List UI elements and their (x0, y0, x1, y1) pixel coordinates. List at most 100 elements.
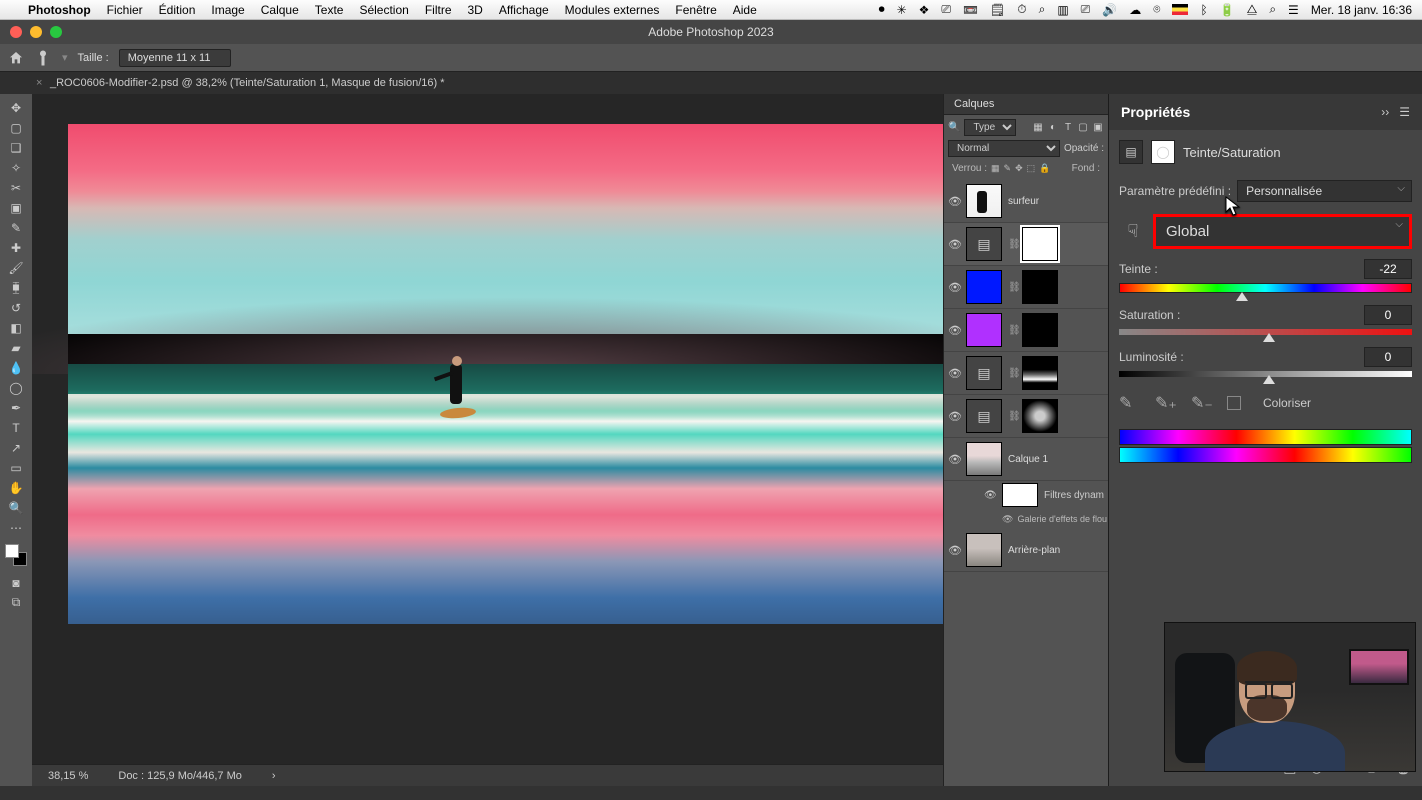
visibility-icon[interactable]: 👁 (984, 490, 996, 501)
status-icon[interactable]: ▥ (1057, 3, 1068, 17)
color-fill-thumb[interactable] (966, 313, 1002, 347)
flag-icon[interactable] (1172, 4, 1188, 15)
frame-tool[interactable]: ▣ (4, 198, 28, 217)
marquee-tool[interactable]: ▢ (4, 118, 28, 137)
layer-curves-2[interactable]: 👁 ▤ ⛓ (944, 395, 1108, 438)
link-icon[interactable]: ⛓ (1008, 325, 1016, 336)
home-icon[interactable] (8, 50, 24, 66)
menu-affichage[interactable]: Affichage (499, 3, 549, 17)
control-center-icon[interactable]: ☰ (1288, 3, 1299, 17)
hue-range-bars[interactable] (1109, 421, 1422, 471)
panel-menu-icon[interactable]: ☰ (1399, 105, 1410, 119)
curves-thumb[interactable]: ▤ (966, 356, 1002, 390)
layer-hue-sat[interactable]: 👁 ▤ ⛓ (944, 223, 1108, 266)
path-tool[interactable]: ↗ (4, 438, 28, 457)
search-icon[interactable]: ⌕ (1269, 2, 1276, 17)
status-icon[interactable]: 🔊 (1102, 3, 1117, 17)
menu-fichier[interactable]: Fichier (107, 3, 143, 17)
layer-thumb[interactable] (966, 442, 1002, 476)
status-icon[interactable]: ❖ (919, 3, 930, 17)
taille-select[interactable]: Moyenne 11 x 11 (119, 49, 232, 67)
clock[interactable]: Mer. 18 janv. 16:36 (1311, 3, 1412, 17)
filter-shape-icon[interactable]: ▢ (1077, 122, 1089, 134)
lock-pixels-icon[interactable]: ▦ (991, 163, 1000, 174)
layer-curves-1[interactable]: 👁 ▤ ⛓ (944, 352, 1108, 395)
menu-filtre[interactable]: Filtre (425, 3, 452, 17)
menu-app[interactable]: Photoshop (28, 3, 91, 17)
filter-smart-icon[interactable]: ▣ (1092, 122, 1104, 134)
luminosite-input[interactable] (1364, 347, 1412, 367)
quickmask-icon[interactable]: ◙ (4, 573, 28, 592)
move-tool[interactable]: ✥ (4, 98, 28, 117)
zoom-tool[interactable]: 🔍 (4, 498, 28, 517)
layer-color-fill-blue[interactable]: 👁 ⛓ (944, 266, 1108, 309)
history-brush-tool[interactable]: ↺ (4, 298, 28, 317)
filter-type-select[interactable]: Type (964, 119, 1016, 136)
fullscreen-window[interactable] (50, 26, 62, 38)
layer-mask[interactable] (1022, 270, 1058, 304)
document-tab[interactable]: × _ROC0606-Modifier-2.psd @ 38,2% (Teint… (30, 74, 459, 92)
zoom-value[interactable]: 38,15 % (48, 770, 88, 782)
mask-icon[interactable]: ◯ (1151, 140, 1175, 164)
layer-calque1[interactable]: 👁 Calque 1 (944, 438, 1108, 481)
status-icon[interactable]: ⌾ (1153, 2, 1160, 17)
status-icon[interactable]: ⏱ (1017, 2, 1026, 17)
lock-all-icon[interactable]: 🔒 (1039, 163, 1050, 174)
eyedropper-icon[interactable]: ✎ (1119, 393, 1139, 413)
filter-mask[interactable] (1002, 483, 1038, 507)
dodge-tool[interactable]: ◯ (4, 378, 28, 397)
close-tab-icon[interactable]: × (36, 77, 42, 89)
status-icon[interactable]: ⏺ (879, 2, 885, 17)
adjustment-icon[interactable]: ▤ (1119, 140, 1143, 164)
menu-image[interactable]: Image (211, 3, 244, 17)
status-arrow-icon[interactable]: › (272, 770, 276, 782)
eyedropper-add-icon[interactable]: ✎₊ (1155, 393, 1175, 413)
layer-mask[interactable] (1022, 399, 1058, 433)
blend-mode-select[interactable]: Normal (948, 140, 1060, 157)
lock-nest-icon[interactable]: ⬚ (1027, 163, 1036, 174)
wifi-icon[interactable]: ⧋ (1247, 2, 1258, 17)
visibility-icon[interactable]: 👁 (948, 544, 960, 557)
link-icon[interactable]: ⛓ (1008, 239, 1016, 250)
status-icon[interactable]: ⌕ (1039, 2, 1046, 17)
wand-tool[interactable]: ✧ (4, 158, 28, 177)
more-tool[interactable]: ⋯ (4, 518, 28, 537)
layer-name[interactable]: Calque 1 (1008, 454, 1048, 465)
layer-background[interactable]: 👁 Arrière-plan (944, 529, 1108, 572)
eraser-tool[interactable]: ◧ (4, 318, 28, 337)
layers-tab[interactable]: Calques (944, 94, 1108, 115)
colorize-checkbox[interactable] (1227, 396, 1241, 410)
filter-type-icon[interactable]: T (1062, 122, 1074, 134)
luminosite-slider[interactable] (1119, 371, 1412, 377)
status-icon[interactable]: ☁︎ (1129, 3, 1141, 17)
layer-list[interactable]: 👁 surfeur 👁 ▤ ⛓ 👁 ⛓ 👁 ⛓ (944, 180, 1108, 786)
lasso-tool[interactable]: ❑ (4, 138, 28, 157)
menu-3d[interactable]: 3D (468, 3, 483, 17)
smart-filter-row[interactable]: 👁 Filtres dynam (944, 481, 1108, 509)
adjustment-thumb[interactable]: ▤ (966, 227, 1002, 261)
link-icon[interactable]: ⛓ (1008, 368, 1016, 379)
pen-tool[interactable]: ✒ (4, 398, 28, 417)
status-icon[interactable]: 🗒 (990, 3, 1005, 17)
color-range-select[interactable]: Global (1153, 214, 1412, 249)
minimize-window[interactable] (30, 26, 42, 38)
layer-thumb[interactable] (966, 533, 1002, 567)
doc-size[interactable]: Doc : 125,9 Mo/446,7 Mo (118, 770, 242, 782)
visibility-icon[interactable]: 👁 (948, 367, 960, 380)
menu-selection[interactable]: Sélection (359, 3, 408, 17)
menu-fenetre[interactable]: Fenêtre (675, 3, 716, 17)
visibility-icon[interactable]: 👁 (948, 453, 960, 466)
layer-mask[interactable] (1022, 356, 1058, 390)
close-window[interactable] (10, 26, 22, 38)
link-icon[interactable]: ⛓ (1008, 411, 1016, 422)
layer-surfeur[interactable]: 👁 surfeur (944, 180, 1108, 223)
teinte-input[interactable] (1364, 259, 1412, 279)
menu-calque[interactable]: Calque (261, 3, 299, 17)
canvas-area[interactable]: 38,15 % Doc : 125,9 Mo/446,7 Mo › (32, 94, 943, 786)
visibility-icon[interactable]: 👁 (1002, 514, 1013, 525)
color-fill-thumb[interactable] (966, 270, 1002, 304)
bluetooth-icon[interactable]: ᛒ (1200, 3, 1207, 17)
type-tool[interactable]: T (4, 418, 28, 437)
visibility-icon[interactable]: 👁 (948, 281, 960, 294)
layer-thumb[interactable] (966, 184, 1002, 218)
